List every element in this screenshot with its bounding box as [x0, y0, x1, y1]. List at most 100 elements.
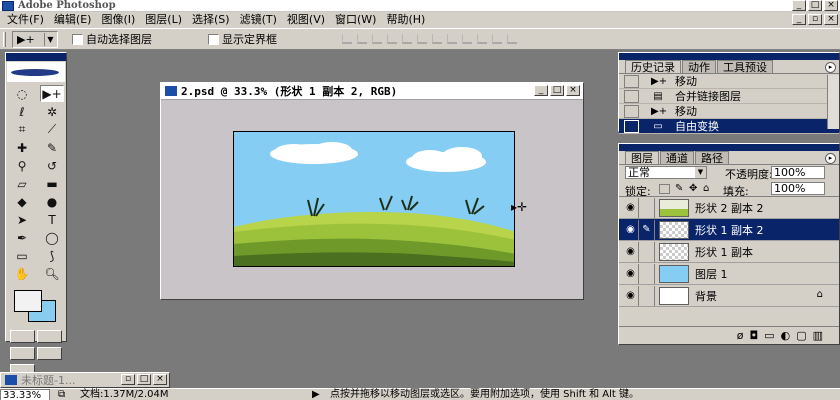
layer-row-selected[interactable]: ◉ ✎ 形状 1 副本 2: [619, 219, 839, 241]
link-slot[interactable]: [639, 263, 655, 284]
lock-position-icon[interactable]: ✥: [689, 183, 697, 194]
tab-tool-presets[interactable]: 工具预设: [717, 60, 773, 74]
layer-row[interactable]: ◉ 形状 2 副本 2: [619, 197, 839, 219]
maximize-button[interactable]: □: [137, 374, 151, 385]
healing-brush-icon[interactable]: ✚: [10, 139, 34, 156]
magic-wand-tool-icon[interactable]: ✲: [40, 103, 64, 120]
history-brush-icon[interactable]: ↺: [40, 157, 64, 174]
screen-mode-standard-button[interactable]: [10, 347, 35, 360]
close-button[interactable]: ×: [153, 374, 167, 385]
align-bottom-icon[interactable]: [372, 34, 382, 44]
history-item-selected[interactable]: ▭ 自由变换: [619, 119, 839, 134]
status-arrow-icon[interactable]: ▶: [312, 389, 320, 400]
menu-filter[interactable]: 滤镜(T): [238, 12, 285, 28]
brush-tool-icon[interactable]: ✎: [40, 139, 64, 156]
eye-icon[interactable]: ◉: [623, 285, 639, 306]
document-title-bar[interactable]: 2.psd @ 33.3% (形状 1 副本 2, RGB) _ □ ×: [161, 83, 583, 100]
photoshop-feather-logo-icon[interactable]: [7, 62, 65, 82]
fill-input[interactable]: 100%: [771, 182, 825, 195]
restore-button[interactable]: ▫: [121, 374, 135, 385]
align-left-icon[interactable]: [387, 34, 397, 44]
doc-restore-button[interactable]: ▫: [808, 14, 822, 25]
adjustment-layer-icon[interactable]: ◐: [781, 329, 791, 342]
marquee-tool-icon[interactable]: ◌: [10, 85, 34, 102]
link-slot[interactable]: [639, 197, 655, 218]
type-tool-icon[interactable]: T: [40, 211, 64, 228]
trash-icon[interactable]: ▥: [813, 329, 823, 342]
layer-mask-icon[interactable]: ◘: [749, 329, 758, 342]
blur-tool-icon[interactable]: ◆: [10, 193, 34, 210]
foreground-color-swatch[interactable]: [14, 290, 42, 312]
eye-icon[interactable]: ◉: [623, 197, 639, 218]
document-maximize-button[interactable]: □: [550, 85, 564, 96]
gradient-tool-icon[interactable]: ▬: [40, 175, 64, 192]
tab-history[interactable]: 历史记录: [625, 60, 681, 74]
history-item[interactable]: ▤ 合并链接图层: [619, 89, 839, 104]
menu-file[interactable]: 文件(F): [5, 12, 52, 28]
menu-help[interactable]: 帮助(H): [384, 12, 433, 28]
maximize-button[interactable]: □: [808, 0, 822, 11]
distribute-bottom-icon[interactable]: [462, 34, 472, 44]
notes-tool-icon[interactable]: ▭: [10, 247, 34, 264]
minimized-document[interactable]: 未标题-1... ▫ □ ×: [0, 372, 170, 388]
lock-transparency-checkbox[interactable]: [659, 184, 670, 194]
link-slot[interactable]: [639, 285, 655, 306]
menu-edit[interactable]: 编辑(E): [52, 12, 100, 28]
close-button[interactable]: ×: [824, 0, 838, 11]
layer-style-icon[interactable]: ø: [737, 329, 744, 342]
eye-icon[interactable]: ◉: [623, 263, 639, 284]
standard-mode-button[interactable]: [10, 330, 35, 343]
eyedropper-tool-icon[interactable]: ⟆: [40, 247, 64, 264]
toolbox-header[interactable]: [6, 53, 66, 61]
zoom-input[interactable]: 33.33%: [0, 389, 50, 400]
lasso-tool-icon[interactable]: ℓ: [10, 103, 34, 120]
shape-tool-icon[interactable]: ◯: [40, 229, 64, 246]
screen-mode-full-button[interactable]: [37, 347, 62, 360]
lock-pixels-icon[interactable]: ✎: [675, 183, 683, 194]
link-slot[interactable]: [639, 241, 655, 262]
distribute-top-icon[interactable]: [432, 34, 442, 44]
eye-icon[interactable]: ◉: [623, 241, 639, 262]
panel-menu-icon[interactable]: ▸: [825, 153, 836, 164]
menu-image[interactable]: 图像(I): [99, 12, 143, 28]
distribute-right-icon[interactable]: [507, 34, 517, 44]
layer-row[interactable]: ◉ 形状 1 副本: [619, 241, 839, 263]
align-middle-icon[interactable]: [357, 34, 367, 44]
eraser-tool-icon[interactable]: ▱: [10, 175, 34, 192]
doc-minimize-button[interactable]: _: [792, 14, 806, 25]
document-minimize-button[interactable]: _: [534, 85, 548, 96]
quick-mask-button[interactable]: [37, 330, 62, 343]
show-bounds-checkbox[interactable]: [208, 34, 219, 45]
tab-channels[interactable]: 通道: [660, 151, 694, 165]
minimize-button[interactable]: _: [792, 0, 806, 11]
auto-select-checkbox[interactable]: [72, 34, 83, 45]
align-center-icon[interactable]: [402, 34, 412, 44]
menu-window[interactable]: 窗口(W): [333, 12, 384, 28]
crop-tool-icon[interactable]: ⌗: [10, 121, 34, 138]
zoom-tool-icon[interactable]: 🔍︎: [40, 265, 64, 282]
slice-tool-icon[interactable]: ⟋: [40, 121, 64, 138]
panel-menu-icon[interactable]: ▸: [825, 62, 836, 73]
new-layer-icon[interactable]: ▢: [796, 329, 806, 342]
doc-close-button[interactable]: ×: [824, 14, 838, 25]
doc-size-info[interactable]: 文档:1.37M/2.04M: [80, 389, 169, 400]
layers-panel-header[interactable]: [619, 144, 839, 151]
document-close-button[interactable]: ×: [566, 85, 580, 96]
align-right-icon[interactable]: [417, 34, 427, 44]
menu-select[interactable]: 选择(S): [190, 12, 238, 28]
layer-row[interactable]: ◉ 图层 1: [619, 263, 839, 285]
brush-link-icon[interactable]: ✎: [639, 219, 655, 240]
lock-all-icon[interactable]: ⌂: [703, 183, 709, 194]
clone-stamp-icon[interactable]: ⚲: [10, 157, 34, 174]
tab-layers[interactable]: 图层: [625, 151, 659, 165]
dodge-tool-icon[interactable]: ●: [40, 193, 64, 210]
blend-mode-select[interactable]: 正常 ▼: [625, 166, 707, 179]
tab-paths[interactable]: 路径: [695, 151, 729, 165]
history-item[interactable]: ▶+ 移动: [619, 104, 839, 119]
toolbar-grip[interactable]: [3, 32, 6, 47]
distribute-center-icon[interactable]: [492, 34, 502, 44]
pen-tool-icon[interactable]: ✒: [10, 229, 34, 246]
opacity-input[interactable]: 100%: [771, 166, 825, 179]
history-scrollbar[interactable]: [827, 75, 839, 129]
tab-actions[interactable]: 动作: [682, 60, 716, 74]
